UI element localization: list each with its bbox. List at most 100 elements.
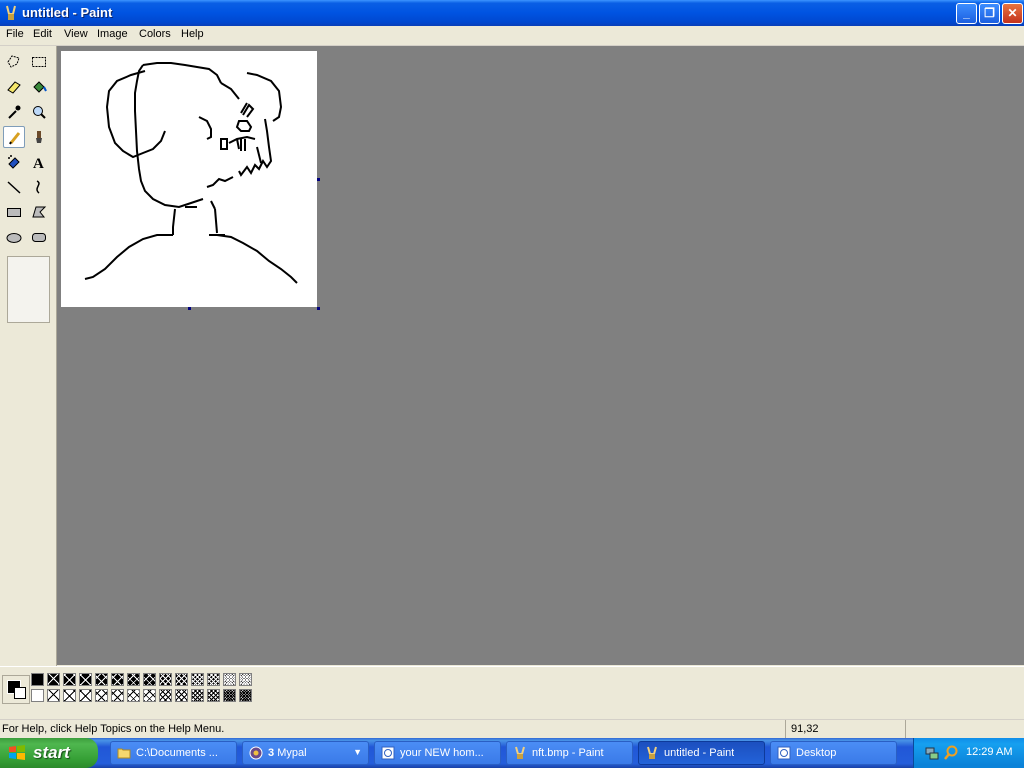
close-icon: ✕	[1007, 6, 1018, 20]
rect-select-icon	[32, 57, 46, 67]
pencil-icon	[9, 132, 21, 145]
resize-handle-right[interactable]	[317, 178, 320, 181]
rounded-rectangle-tool[interactable]	[28, 226, 50, 248]
palette-swatch[interactable]	[207, 689, 220, 702]
restore-button[interactable]: ❐	[979, 3, 1000, 24]
palette-swatch[interactable]	[143, 689, 156, 702]
palette-swatch[interactable]	[239, 673, 252, 686]
palette-swatch[interactable]	[175, 689, 188, 702]
pencil-tool[interactable]	[3, 126, 25, 148]
menu-image[interactable]: Image	[97, 28, 128, 40]
palette-swatch[interactable]	[79, 689, 92, 702]
start-label: start	[33, 743, 70, 762]
palette-swatch[interactable]	[79, 673, 92, 686]
palette-swatch[interactable]	[143, 673, 156, 686]
taskbar-item-homepage[interactable]: your NEW hom...	[374, 741, 501, 765]
browser-page-icon	[777, 746, 791, 760]
palette-swatch[interactable]	[31, 689, 44, 702]
palette-swatch[interactable]	[191, 673, 204, 686]
cursor-coordinates: 91,32	[791, 723, 819, 735]
start-button[interactable]: start	[0, 738, 98, 768]
palette-swatch[interactable]	[111, 689, 124, 702]
palette-swatch[interactable]	[63, 673, 76, 686]
polygon-tool[interactable]	[28, 201, 50, 223]
taskbar-item-label: Desktop	[796, 747, 837, 759]
free-form-select-tool[interactable]	[3, 51, 25, 73]
eraser-tool[interactable]	[3, 76, 25, 98]
folder-icon	[117, 748, 131, 759]
palette-swatch[interactable]	[95, 673, 108, 686]
taskbar-item-untitled-paint[interactable]: untitled - Paint	[638, 741, 765, 765]
resize-handle-corner[interactable]	[317, 307, 320, 310]
line-icon	[7, 181, 21, 194]
rectangle-tool[interactable]	[3, 201, 25, 223]
menu-colors[interactable]: Colors	[139, 28, 171, 40]
select-tool[interactable]	[28, 51, 50, 73]
palette-swatch[interactable]	[191, 689, 204, 702]
toolbox: A	[0, 46, 57, 666]
palette-swatch[interactable]	[223, 689, 236, 702]
status-size-pane	[905, 720, 1024, 738]
status-coordinates-pane: 91,32	[785, 720, 906, 738]
rectangle-icon	[7, 208, 21, 217]
palette-swatch[interactable]	[127, 689, 140, 702]
palette-swatch[interactable]	[111, 673, 124, 686]
current-colors-box[interactable]	[2, 675, 30, 704]
clock[interactable]: 12:29 AM	[966, 746, 1012, 758]
airbrush-icon	[8, 155, 20, 169]
magnifier-tool[interactable]	[28, 101, 50, 123]
search-icon[interactable]	[943, 745, 959, 761]
browser-icon	[249, 746, 263, 760]
taskbar-item-mypal-group[interactable]: 3 Mypal ▼	[242, 741, 369, 765]
palette-swatch[interactable]	[159, 673, 172, 686]
window-title: untitled - Paint	[22, 5, 113, 20]
chevron-down-icon: ▼	[353, 747, 362, 757]
palette-swatch[interactable]	[207, 673, 220, 686]
eyedropper-icon	[8, 105, 21, 119]
close-button[interactable]: ✕	[1002, 3, 1023, 24]
canvas-workspace	[57, 46, 1024, 665]
taskbar: start C:\Documents ... 3 Mypal ▼ your NE…	[0, 738, 1024, 768]
palette-swatch[interactable]	[127, 673, 140, 686]
palette-swatch[interactable]	[239, 689, 252, 702]
curve-tool[interactable]	[28, 176, 50, 198]
airbrush-tool[interactable]	[3, 151, 25, 173]
taskbar-item-nft-paint[interactable]: nft.bmp - Paint	[506, 741, 633, 765]
menu-bar: File Edit View Image Colors Help	[0, 26, 1024, 46]
svg-text:A: A	[33, 156, 44, 170]
resize-handle-bottom[interactable]	[188, 307, 191, 310]
tool-options-box[interactable]	[7, 256, 50, 323]
palette-swatch[interactable]	[159, 689, 172, 702]
line-tool[interactable]	[3, 176, 25, 198]
taskbar-item-desktop[interactable]: Desktop	[770, 741, 897, 765]
background-color	[14, 687, 26, 699]
restore-icon: ❐	[984, 6, 995, 20]
pick-color-tool[interactable]	[3, 101, 25, 123]
menu-view[interactable]: View	[64, 28, 88, 40]
palette-swatch[interactable]	[47, 689, 60, 702]
brush-tool[interactable]	[28, 126, 50, 148]
paint-icon	[515, 746, 525, 759]
palette-swatch[interactable]	[223, 673, 236, 686]
taskbar-item-label: your NEW hom...	[400, 747, 484, 759]
taskbar-item-documents[interactable]: C:\Documents ...	[110, 741, 237, 765]
palette-swatch[interactable]	[47, 673, 60, 686]
status-help-text: For Help, click Help Topics on the Help …	[2, 723, 225, 735]
palette-swatch[interactable]	[95, 689, 108, 702]
taskbar-item-label: untitled - Paint	[664, 747, 735, 759]
palette-swatch[interactable]	[31, 673, 44, 686]
text-tool[interactable]: A	[28, 151, 50, 173]
menu-edit[interactable]: Edit	[33, 28, 52, 40]
menu-help[interactable]: Help	[181, 28, 204, 40]
taskbar-group-text: 3 Mypal	[268, 747, 307, 759]
palette-swatch[interactable]	[175, 673, 188, 686]
minimize-button[interactable]: _	[956, 3, 977, 24]
drawing-canvas[interactable]	[61, 51, 320, 310]
palette-swatch[interactable]	[63, 689, 76, 702]
network-icon[interactable]	[924, 745, 940, 761]
ellipse-tool[interactable]	[3, 226, 25, 248]
status-bar: For Help, click Help Topics on the Help …	[0, 719, 1024, 739]
menu-file[interactable]: File	[6, 28, 24, 40]
fill-with-color-tool[interactable]	[28, 76, 50, 98]
taskbar-group-count: 3	[268, 747, 275, 759]
